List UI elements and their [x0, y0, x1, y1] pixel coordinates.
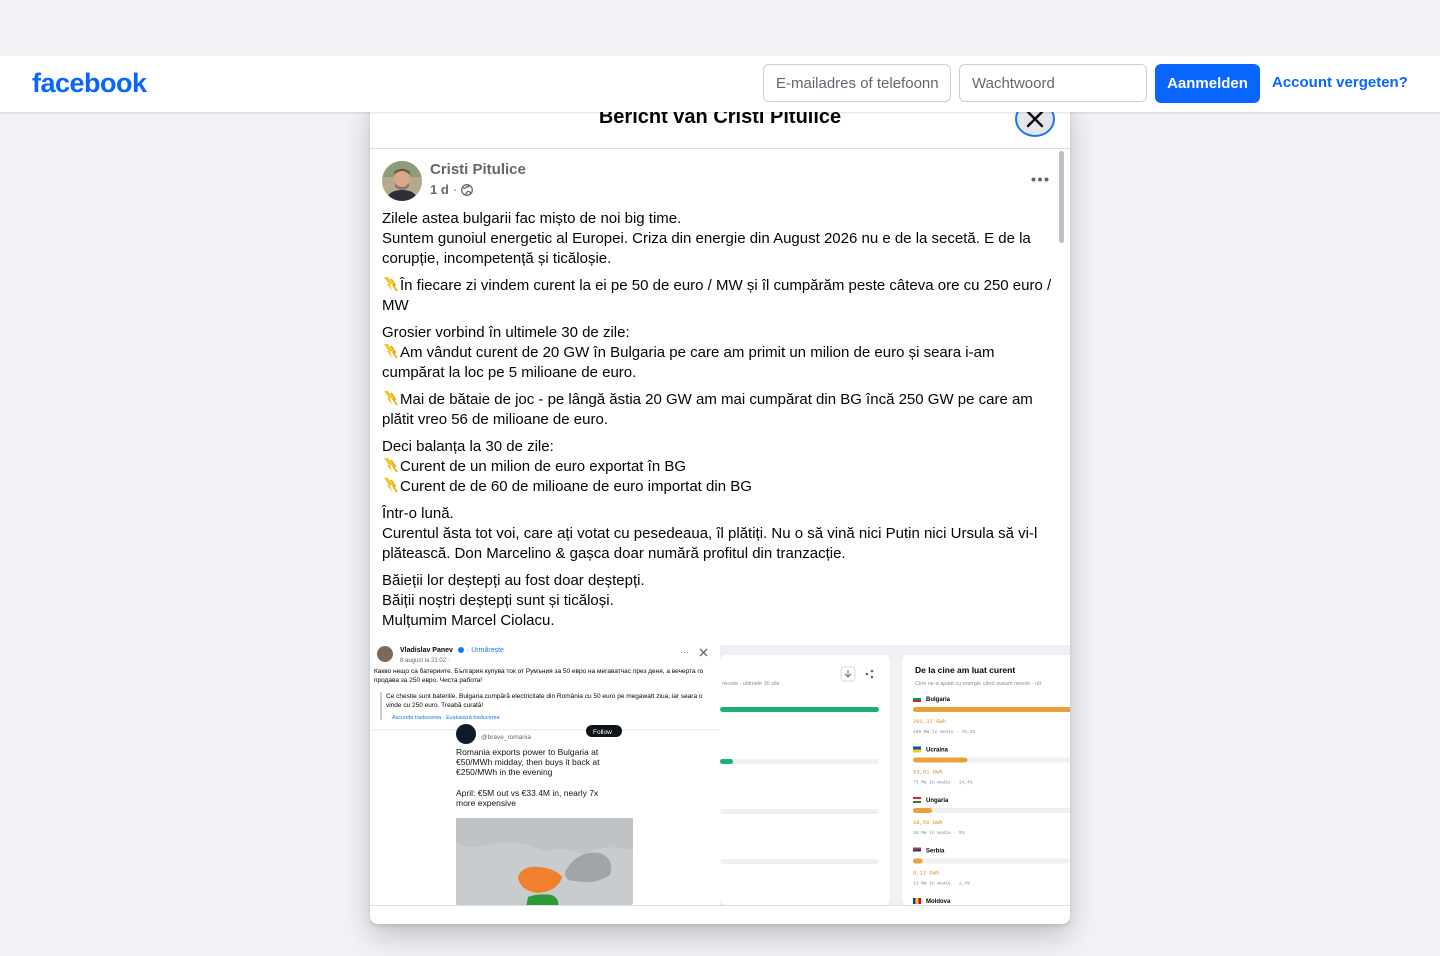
top-navigation-bar: facebook Aanmelden Account vergeten? [0, 56, 1440, 112]
tweet-line: more expensive [456, 798, 516, 808]
country-name: Serbia [926, 849, 945, 855]
export-bar [720, 759, 733, 764]
country-flag-icon [913, 898, 916, 904]
post-paragraph: În fiecare zi vindem curent la ei pe 50 … [382, 276, 1058, 316]
country-flag-icon [913, 849, 921, 852]
tweet-line: €50/MWh midday, then buys it back at [456, 757, 600, 767]
post-paragraph: Mai de bătaie de joc - pe lângă ăstia 20… [382, 390, 1058, 430]
country-detail: 75 MW în medie · 14,4% [913, 780, 973, 786]
lightning-bolt-icon [384, 391, 398, 406]
country-detail: 26 MW în medie · 5% [913, 830, 965, 836]
country-bar [913, 808, 933, 813]
post-line: Mai de bătaie de joc - pe lângă ăstia 20… [382, 391, 1033, 428]
post-line: Băieții lor deștepți au fost doar deștep… [382, 572, 645, 589]
forgot-account-link[interactable]: Account vergeten? [1272, 74, 1408, 91]
embed-date: 8 august la 21:02 · [400, 658, 450, 664]
country-detail: 13 MW în medie · 2,4% [913, 881, 970, 887]
country-value: 18,56 GWh [913, 819, 943, 826]
right-panel-subtitle: Cine ne-a ajutat cu energie când aveam n… [915, 681, 1041, 687]
facebook-logo[interactable]: facebook [32, 68, 147, 99]
country-name: Ungaria [926, 798, 949, 804]
post-line: Curentul ăsta tot voi, care ați votat cu… [382, 525, 1038, 562]
right-panel-title: De la cine am luat curent [915, 665, 1015, 675]
country-flag-icon [913, 797, 921, 799]
export-bar [720, 707, 879, 712]
post-line: Deci balanța la 30 de zile: [382, 438, 554, 455]
lightning-bolt-icon [384, 458, 398, 473]
lightning-bolt-icon [384, 478, 398, 493]
panel-subtitle: nevoie - ultimele 30 zile [722, 681, 779, 687]
post-dialog: Bericht van Cristi Pitulice Cristi Pitul… [370, 100, 1070, 924]
country-bar [913, 858, 923, 864]
post-paragraph: Băieții lor deștepți au fost doar deștep… [382, 571, 1058, 631]
password-input[interactable] [959, 64, 1147, 102]
country-flag-icon [913, 847, 921, 850]
tweet-handle: @brave_romania [481, 734, 531, 741]
post-paragraph: Deci balanța la 30 de zile: Curent de un… [382, 437, 1058, 497]
more-horizontal-icon [1031, 177, 1049, 181]
tweet-line: April: €5M out vs €33.4M in, nearly 7x [456, 788, 599, 798]
country-flag-icon [913, 700, 921, 702]
country-bar [913, 707, 1070, 712]
country-value: 9,12 GWh [913, 870, 939, 877]
post-line: Curent de de 60 de milioane de euro impo… [400, 478, 752, 495]
tweet-line: Romania exports power to Bulgaria at [456, 747, 599, 757]
country-flag-icon [913, 746, 921, 750]
post-attachment-image[interactable]: Vladislav Panev · Urmărește 8 august la … [370, 645, 1070, 905]
country-bar [913, 757, 968, 763]
embed-text: Какво нещо са батериите. България купува… [374, 668, 704, 684]
embed-follow: · Urmărește [467, 647, 504, 654]
author-name[interactable]: Cristi Pitulice [430, 161, 526, 178]
country-value: 292,37 GWh [913, 718, 946, 725]
country-bar-track [913, 858, 1070, 864]
meta-separator: · [452, 182, 458, 197]
email-input[interactable] [763, 64, 951, 102]
tweet-line: €250/MWh in the evening [456, 767, 553, 777]
post-paragraph: Într-o lună. Curentul ăsta tot voi, care… [382, 504, 1058, 564]
post-meta: 1 d · [430, 182, 474, 197]
country-bar-track [913, 808, 1070, 813]
post-line: Suntem gunoiul energetic al Europei. Cri… [382, 230, 1031, 267]
author-avatar[interactable] [382, 161, 422, 201]
post-line: Mulțumim Marcel Ciolacu. [382, 612, 555, 629]
country-flag-icon [913, 696, 921, 698]
post-line: Băiții noștri deștepți sunt și ticăloși. [382, 592, 614, 609]
embed-translation-links: Ascunde traducerea · Evaluează traducere… [392, 715, 501, 721]
country-flag-icon [918, 898, 922, 904]
country-value: 53,81 GWh [913, 769, 943, 776]
post-paragraph: Zilele astea bulgarii fac mișto de noi b… [382, 209, 1058, 269]
country-flag-icon [913, 851, 921, 854]
country-name: Ucraina [926, 748, 949, 754]
lightning-bolt-icon [384, 277, 398, 292]
country-flag-icon [913, 749, 921, 753]
embed-author: Vladislav Panev [400, 647, 453, 654]
post-paragraph: Grosier vorbind în ultimele 30 de zile: … [382, 323, 1058, 383]
country-detail: 408 MW în medie · 78,2% [913, 729, 975, 735]
more-options-button[interactable] [1026, 169, 1054, 189]
tweet-follow: Follow [593, 729, 612, 736]
dialog-scrollbar[interactable] [1059, 151, 1064, 243]
globe-icon [461, 183, 474, 196]
attachment-collage: Vladislav Panev · Urmărește 8 august la … [370, 645, 1070, 905]
post-time[interactable]: 1 d [430, 182, 449, 197]
post-content[interactable]: Cristi Pitulice 1 d · Zilele astea bulga… [370, 149, 1070, 905]
country-flag-icon [913, 799, 921, 801]
embed-more-icon: ··· [680, 647, 689, 657]
lightning-bolt-icon [384, 344, 398, 359]
post-line: Am vândut curent de 20 GW în Bulgaria pe… [382, 344, 995, 381]
post-line: În fiecare zi vindem curent la ei pe 50 … [382, 277, 1052, 314]
country-flag-icon [915, 898, 919, 904]
country-flag-icon [913, 801, 921, 803]
close-icon [1026, 110, 1044, 128]
post-body: Zilele astea bulgarii fac mișto de noi b… [382, 209, 1058, 638]
country-flag-icon [913, 698, 921, 700]
post-line: Grosier vorbind în ultimele 30 de zile: [382, 324, 630, 341]
post-line: Curent de un milion de euro exportat în … [400, 458, 686, 475]
post-line: Într-o lună. [382, 505, 454, 522]
post-line: Zilele astea bulgarii fac mișto de noi b… [382, 210, 682, 227]
dialog-footer-divider [370, 905, 1070, 906]
embed-translation: Ce chestie sunt bateriile. Bulgaria cump… [386, 693, 703, 709]
login-button[interactable]: Aanmelden [1155, 64, 1260, 103]
country-name: Bulgaria [926, 697, 951, 703]
